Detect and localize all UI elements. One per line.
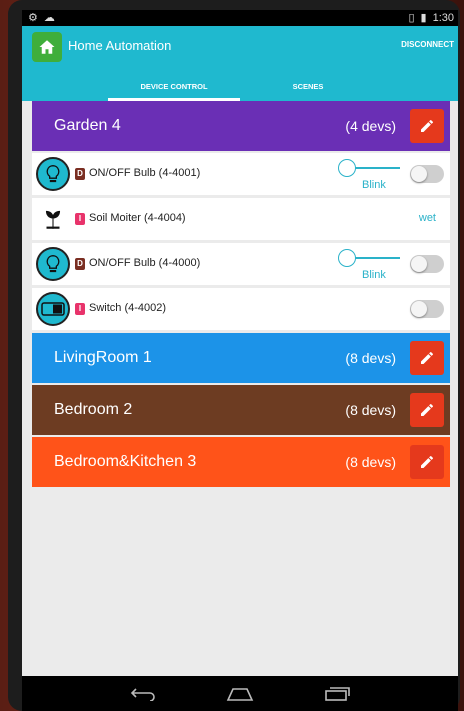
- disconnect-button[interactable]: DISCONNECT: [401, 40, 454, 49]
- pencil-icon: [421, 119, 433, 132]
- switch-icon: [36, 292, 70, 326]
- tab-scenes[interactable]: SCENES: [258, 72, 358, 101]
- group-name: Bedroom 2: [54, 401, 133, 418]
- blink-label: Blink: [362, 179, 386, 191]
- group-count: (8 devs): [345, 454, 396, 470]
- device-label: ON/OFF Bulb (4-4000): [89, 257, 201, 269]
- pencil-icon: [421, 455, 433, 468]
- device-row-bulb-4001: D ON/OFF Bulb (4-4001) Blink: [32, 153, 450, 195]
- device-type-badge: D: [75, 168, 85, 180]
- pencil-icon: [421, 351, 433, 364]
- device-row-bulb-4000: D ON/OFF Bulb (4-4000) Blink: [32, 243, 450, 285]
- group-header-livingroom[interactable]: LivingRoom 1 (8 devs): [32, 333, 450, 383]
- home-icon: [32, 32, 62, 62]
- device-label: Switch (4-4002): [89, 302, 167, 314]
- home-nav-icon[interactable]: [226, 687, 254, 701]
- lightbulb-icon: [36, 157, 70, 191]
- tab-bar: DEVICE CONTROL SCENES: [22, 72, 458, 101]
- edit-group-button[interactable]: [410, 341, 444, 375]
- app-bar: Home Automation DISCONNECT DEVICE CONTRO…: [22, 26, 458, 101]
- device-label: Soil Moiter (4-4004): [89, 212, 186, 224]
- group-header-bedroom[interactable]: Bedroom 2 (8 devs): [32, 385, 450, 435]
- group-name: LivingRoom 1: [54, 349, 152, 366]
- group-count: (4 devs): [345, 118, 396, 134]
- device-row-switch-4002: I Switch (4-4002): [32, 288, 450, 330]
- plant-icon: [36, 202, 70, 236]
- device-list: Garden 4 (4 devs) D ON/OFF Bulb (4-4001)…: [32, 101, 450, 489]
- cloud-notification-icon: ☁: [43, 12, 55, 24]
- device-toggle[interactable]: [410, 300, 444, 318]
- device-type-badge: I: [75, 303, 85, 315]
- blink-label: Blink: [362, 269, 386, 281]
- status-time: 1:30: [432, 11, 454, 24]
- recents-icon[interactable]: [324, 686, 350, 701]
- lightbulb-icon: [36, 247, 70, 281]
- device-toggle[interactable]: [410, 255, 444, 273]
- blink-slider[interactable]: [338, 249, 400, 267]
- back-icon[interactable]: [130, 687, 156, 701]
- device-label: ON/OFF Bulb (4-4001): [89, 167, 201, 179]
- pencil-icon: [421, 403, 433, 416]
- tab-device-control[interactable]: DEVICE CONTROL: [108, 72, 240, 101]
- group-header-bedroom-kitchen[interactable]: Bedroom&Kitchen 3 (8 devs): [32, 437, 450, 487]
- sensor-value: wet: [418, 212, 436, 224]
- group-count: (8 devs): [345, 350, 396, 366]
- edit-group-button[interactable]: [410, 393, 444, 427]
- device-type-badge: D: [75, 258, 85, 270]
- device-type-badge: I: [75, 213, 85, 225]
- blink-slider[interactable]: [338, 159, 400, 177]
- status-bar: ⚙ ☁ ▯ ▮ 1:30: [22, 10, 458, 26]
- device-toggle[interactable]: [410, 165, 444, 183]
- group-header-garden[interactable]: Garden 4 (4 devs): [32, 101, 450, 151]
- group-name: Bedroom&Kitchen 3: [54, 453, 197, 470]
- group-name: Garden 4: [54, 117, 121, 134]
- app-screen: Home Automation DISCONNECT DEVICE CONTRO…: [22, 26, 458, 676]
- edit-group-button[interactable]: [410, 445, 444, 479]
- app-title: Home Automation: [68, 38, 172, 53]
- system-nav-bar: [22, 676, 458, 711]
- battery-icon: ▮: [420, 12, 427, 24]
- group-count: (8 devs): [345, 402, 396, 418]
- edit-group-button[interactable]: [410, 109, 444, 143]
- settings-notification-icon: ⚙: [28, 12, 38, 24]
- vibrate-icon: ▯: [408, 12, 415, 24]
- device-row-soil-4004: I Soil Moiter (4-4004) wet: [32, 198, 450, 240]
